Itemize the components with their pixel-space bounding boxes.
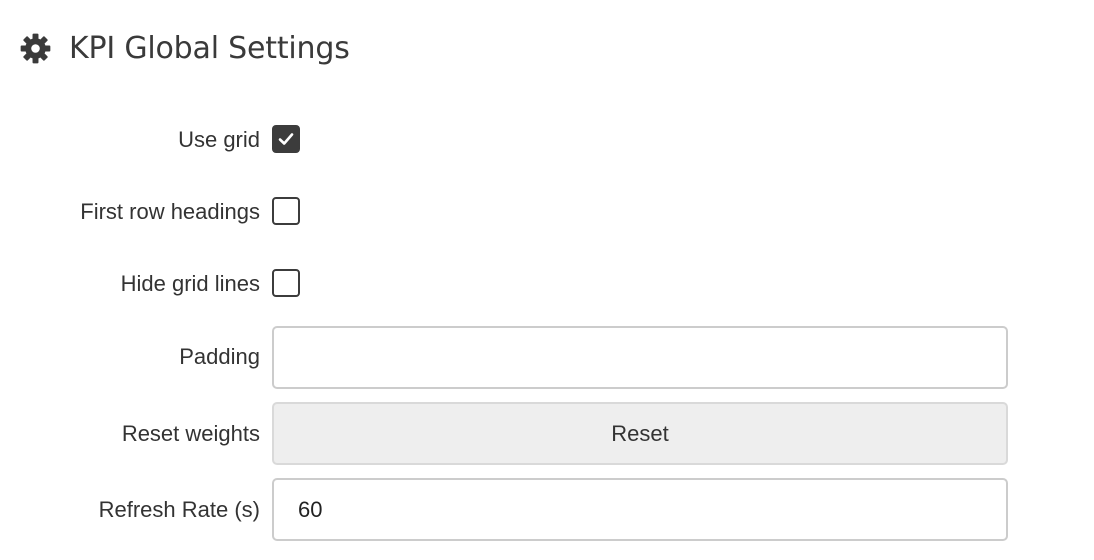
hide-grid-lines-row: Hide grid lines (0, 268, 1094, 300)
first-row-headings-row: First row headings (0, 196, 1094, 228)
use-grid-row: Use grid (0, 124, 1094, 156)
page-title: KPI Global Settings (69, 30, 350, 66)
first-row-headings-checkbox[interactable] (272, 197, 300, 225)
panel-header: KPI Global Settings (19, 28, 350, 68)
refresh-rate-row: Refresh Rate (s) (0, 478, 1094, 541)
hide-grid-lines-label: Hide grid lines (120, 271, 260, 296)
reset-weights-row: Reset weights Reset (0, 402, 1094, 465)
reset-button[interactable]: Reset (272, 402, 1008, 465)
use-grid-label: Use grid (178, 127, 260, 152)
gear-icon (20, 33, 51, 63)
padding-label: Padding (179, 344, 260, 369)
refresh-rate-label: Refresh Rate (s) (98, 497, 260, 522)
checkmark-icon (278, 133, 294, 145)
hide-grid-lines-checkbox[interactable] (272, 269, 300, 297)
reset-weights-label: Reset weights (121, 421, 260, 446)
refresh-rate-input[interactable] (272, 478, 1008, 541)
padding-input[interactable] (272, 326, 1008, 389)
first-row-headings-label: First row headings (80, 199, 260, 224)
padding-row: Padding (0, 326, 1094, 389)
use-grid-checkbox[interactable] (272, 125, 300, 153)
